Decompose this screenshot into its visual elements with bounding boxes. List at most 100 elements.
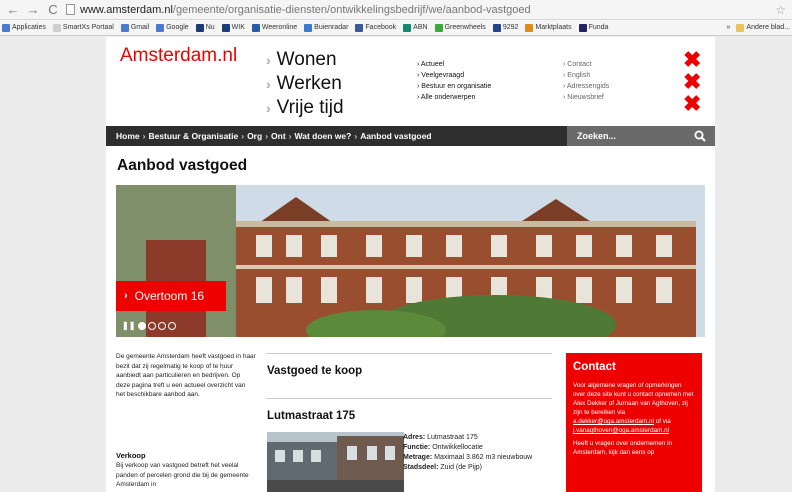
sub-link-bestuur[interactable]: › Bestuur en organisatie xyxy=(417,81,491,92)
page-title: Aanbod vastgoed xyxy=(117,157,248,174)
bookmark-icon xyxy=(156,23,165,32)
bookmark-icon xyxy=(578,23,587,32)
section-heading: Vastgoed te koop xyxy=(267,365,363,377)
sub-link-veelgevraagd[interactable]: › Veelgevraagd xyxy=(417,70,491,81)
email-link[interactable]: a.dekker@oga.amsterdam.nl xyxy=(573,418,654,425)
bookmark-icon xyxy=(251,23,260,32)
chevron-right-icon: › xyxy=(266,52,271,68)
bookmark-item[interactable]: WIK xyxy=(221,23,245,32)
reload-icon[interactable]: C xyxy=(46,0,60,20)
divider xyxy=(266,398,552,399)
address-bar[interactable]: www.amsterdam.nl /gemeente/organisatie-d… xyxy=(66,2,769,18)
site-logo[interactable]: Amsterdam.nl xyxy=(120,45,237,67)
nav-item-vrije-tijd[interactable]: › Vrije tijd xyxy=(266,96,344,120)
sub-link-alle-onderwerpen[interactable]: › Alle onderwerpen xyxy=(417,92,491,103)
carousel-dot[interactable] xyxy=(148,321,157,330)
pause-icon[interactable]: ❚❚ xyxy=(122,321,135,330)
main-nav: › Wonen › Werken › Vrije tijd xyxy=(266,48,344,120)
sub-nav-primary: › Actueel › Veelgevraagd › Bestuur en or… xyxy=(417,59,491,103)
verkoop-text: Bij verkoop van vastgoed betreft het vee… xyxy=(116,462,249,488)
back-icon[interactable]: ← xyxy=(6,0,20,20)
site-container: Amsterdam.nl › Wonen › Werken › Vrije tijd … xyxy=(106,37,715,492)
bookmark-item[interactable]: Buienradar xyxy=(304,23,349,32)
bookmark-label: ABN xyxy=(413,24,428,31)
nav-item-wonen[interactable]: › Wonen xyxy=(266,48,344,72)
bookmark-icon xyxy=(403,23,412,32)
verkoop-heading: Verkoop xyxy=(116,451,146,460)
bookmark-label: Applicaties xyxy=(12,24,46,31)
bookmark-item[interactable]: Funda xyxy=(578,23,609,32)
sub-link-actueel[interactable]: › Actueel xyxy=(417,59,491,70)
bookmark-icon xyxy=(492,23,501,32)
bookmark-label: Marktplaats xyxy=(535,24,572,31)
carousel-dot[interactable] xyxy=(168,321,177,330)
sub-link-contact[interactable]: › Contact xyxy=(563,59,609,70)
bookmark-star-icon[interactable]: ☆ xyxy=(775,3,786,17)
divider xyxy=(266,353,552,354)
sub-link-nieuwsbrief[interactable]: › Nieuwsbrief xyxy=(563,92,609,103)
more-bookmarks-button[interactable]: » xyxy=(727,24,731,31)
page-icon xyxy=(66,4,75,15)
bookmark-icon xyxy=(525,23,534,32)
carousel-dot[interactable] xyxy=(158,321,167,330)
breadcrumb-item[interactable]: Bestuur & Organisatie xyxy=(148,131,238,141)
hero-caption[interactable]: › Overtoom 16 xyxy=(116,281,226,311)
search-box xyxy=(567,126,715,146)
bookmark-item[interactable]: Gmail xyxy=(120,23,150,32)
bookmark-icon xyxy=(195,23,204,32)
breadcrumb-item[interactable]: Org xyxy=(247,131,262,141)
breadcrumb-item[interactable]: Wat doen we? xyxy=(295,131,352,141)
bookmark-item[interactable]: Facebook xyxy=(355,23,396,32)
property-thumbnail[interactable] xyxy=(267,432,404,492)
bookmark-icon xyxy=(355,23,364,32)
bookmark-item[interactable]: SmartXs Portaal xyxy=(52,23,114,32)
search-icon[interactable] xyxy=(685,126,715,146)
chevron-right-icon: › xyxy=(124,290,128,302)
bookmark-item[interactable]: Greenwheels xyxy=(434,23,486,32)
cross-icon: ✖ xyxy=(683,91,702,116)
breadcrumb-item[interactable]: Home xyxy=(116,131,140,141)
bookmark-icon xyxy=(52,23,61,32)
chevron-right-icon: › xyxy=(266,100,271,116)
bookmark-label: Gmail xyxy=(130,24,150,31)
hero-image[interactable]: › Overtoom 16 ❚❚ xyxy=(116,185,705,337)
carousel-controls: ❚❚ xyxy=(122,321,177,330)
browser-toolbar: ← → C www.amsterdam.nl /gemeente/organis… xyxy=(0,0,792,20)
other-bookmarks-folder[interactable]: Andere blad... xyxy=(736,23,790,32)
sub-link-adressengids[interactable]: › Adressengids xyxy=(563,81,609,92)
bookmark-item[interactable]: ABN xyxy=(403,23,428,32)
bookmark-label: WIK xyxy=(231,24,245,31)
bookmark-label: Funda xyxy=(588,24,609,31)
bookmark-item[interactable]: Weeronline xyxy=(251,23,298,32)
contact-box: Contact Voor algemene vragen of opmerkin… xyxy=(566,353,702,492)
search-input[interactable] xyxy=(567,131,685,141)
sub-link-english[interactable]: › English xyxy=(563,70,609,81)
breadcrumb: Home › Bestuur & Organisatie › Org › Ont › W… xyxy=(106,126,715,146)
bookmark-label: Greenwheels xyxy=(444,24,486,31)
cross-icon: ✖ xyxy=(683,47,702,72)
email-link[interactable]: j.vanagthoven@oga.amsterdam.nl xyxy=(573,427,669,434)
contact-text-2: Heeft u vragen over ondernemen in Amster… xyxy=(573,440,673,456)
bookmark-item[interactable]: Marktplaats xyxy=(525,23,572,32)
bookmark-item[interactable]: 9292 xyxy=(492,23,518,32)
forward-icon[interactable]: → xyxy=(26,0,40,20)
bookmarks-right: » Andere blad... xyxy=(727,23,790,32)
bookmark-icon xyxy=(304,23,313,32)
other-bookmarks-label: Andere blad... xyxy=(746,24,790,31)
bookmark-item[interactable]: Google xyxy=(156,23,189,32)
bookmark-item[interactable]: Nu xyxy=(195,23,215,32)
amsterdam-crosses-logo: ✖ ✖ ✖ xyxy=(683,49,701,115)
carousel-dot[interactable] xyxy=(138,321,147,330)
bookmark-label: Google xyxy=(166,24,189,31)
contact-text: Voor algemene vragen of opmerkingen over… xyxy=(573,382,694,434)
url-host: www.amsterdam.nl xyxy=(80,3,173,16)
bookmark-label: Buienradar xyxy=(314,24,349,31)
sub-nav-secondary: › Contact › English › Adressengids › Nie… xyxy=(563,59,609,103)
nav-item-werken[interactable]: › Werken xyxy=(266,72,344,96)
bookmark-icon xyxy=(120,23,129,32)
nav-label: Vrije tijd xyxy=(276,97,344,118)
bookmark-item[interactable]: Applicaties xyxy=(2,23,46,32)
bookmark-label: Weeronline xyxy=(261,24,298,31)
property-title[interactable]: Lutmastraat 175 xyxy=(267,410,355,422)
breadcrumb-item[interactable]: Ont xyxy=(271,131,286,141)
